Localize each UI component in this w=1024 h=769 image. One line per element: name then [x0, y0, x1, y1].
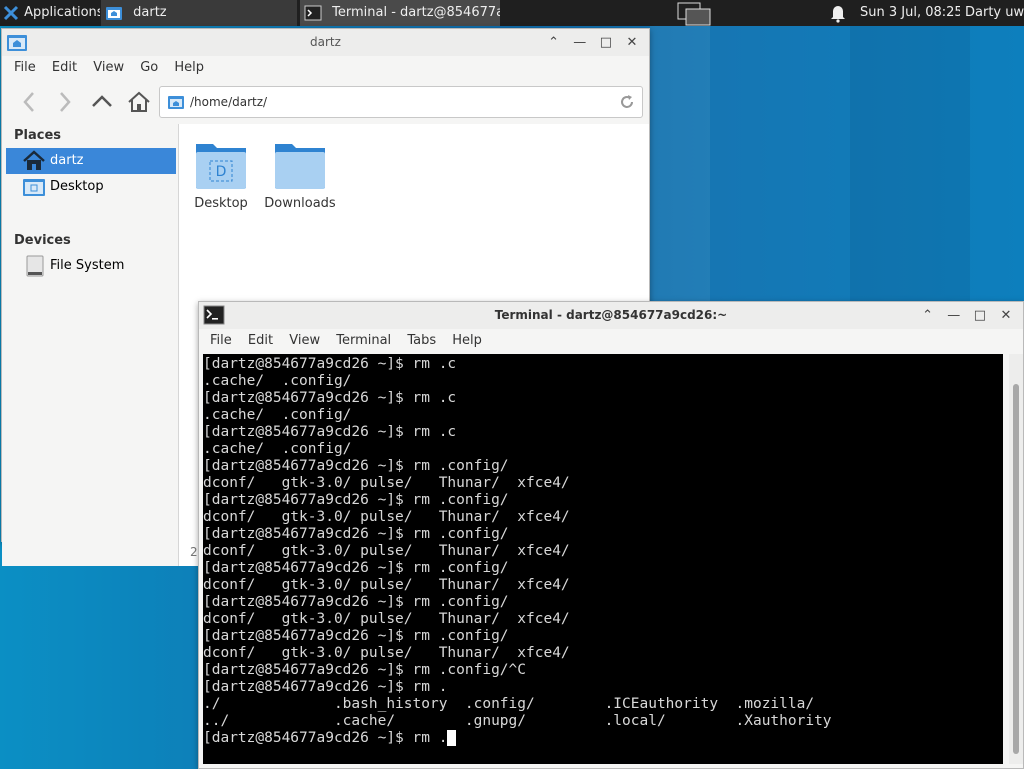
devices-header: Devices — [14, 233, 71, 248]
menu-file[interactable]: File — [204, 329, 238, 353]
taskbar-item-label: Terminal - dartz@854677a9... — [332, 5, 500, 20]
terminal-line: dconf/ gtk-3.0/ pulse/ Thunar/ xfce4/ — [203, 611, 570, 627]
applications-label: Applications — [24, 5, 100, 20]
terminal-titlebar[interactable]: Terminal - dartz@854677a9cd26:~ ⌃ — □ ✕ — [199, 302, 1023, 329]
workspace-switcher-icon — [677, 2, 711, 26]
terminal-menubar: File Edit View Terminal Tabs Help — [199, 329, 1023, 353]
terminal-line: [dartz@854677a9cd26 ~]$ rm .c — [203, 424, 457, 440]
terminal-output[interactable]: [dartz@854677a9cd26 ~]$ rm .c .cache/ .c… — [203, 354, 1003, 764]
terminal-line: [dartz@854677a9cd26 ~]$ rm . — [203, 679, 448, 695]
terminal-line: dconf/ gtk-3.0/ pulse/ Thunar/ xfce4/ — [203, 577, 570, 593]
applications-menu-button[interactable]: Applications — [0, 0, 100, 26]
bell-icon — [831, 6, 845, 23]
status-bar-text: 2 — [190, 545, 198, 559]
location-path: /home/dartz/ — [190, 95, 268, 109]
terminal-line: .cache/ .config/ — [203, 441, 352, 457]
menu-edit[interactable]: Edit — [242, 329, 279, 353]
terminal-line: [dartz@854677a9cd26 ~]$ rm .config/ — [203, 594, 509, 610]
location-folder-icon — [168, 96, 184, 109]
home-folder-icon — [106, 6, 122, 20]
minimize-button[interactable]: — — [569, 29, 591, 56]
terminal-line: .cache/ .config/ — [203, 407, 352, 423]
window-title: Terminal - dartz@854677a9cd26:~ — [494, 308, 728, 322]
terminal-line: [dartz@854677a9cd26 ~]$ rm .config/^C — [203, 662, 527, 678]
menu-view[interactable]: View — [283, 329, 326, 353]
notification-button[interactable] — [828, 0, 850, 26]
file-manager-menubar: File Edit View Go Help — [2, 56, 649, 80]
terminal-line: [dartz@854677a9cd26 ~]$ rm .config/ — [203, 526, 509, 542]
close-button[interactable]: ✕ — [995, 302, 1017, 329]
scrollbar-thumb[interactable] — [1013, 384, 1019, 754]
terminal-line: [dartz@854677a9cd26 ~]$ rm .config/ — [203, 458, 509, 474]
shade-button[interactable]: ⌃ — [917, 302, 939, 329]
clock[interactable]: Sun 3 Jul, 08:25 — [860, 0, 960, 26]
forward-arrow-icon[interactable] — [50, 88, 78, 116]
desktop-folder-icon: D — [196, 144, 246, 189]
sidebar-item-label: dartz — [50, 153, 84, 168]
xfce-logo-icon — [3, 5, 19, 20]
taskbar-item-terminal[interactable]: Terminal - dartz@854677a9... — [300, 0, 500, 26]
location-bar[interactable]: /home/dartz/ — [159, 86, 643, 118]
terminal-line: .cache/ .config/ — [203, 373, 352, 389]
file-manager-titlebar[interactable]: dartz ⌃ — □ ✕ — [2, 29, 649, 56]
up-arrow-icon[interactable] — [88, 88, 116, 116]
sidebar-item-dartz[interactable]: dartz — [6, 148, 176, 174]
top-panel: Applications dartz Terminal - dartz@8546… — [0, 0, 1024, 26]
svg-text:D: D — [216, 164, 227, 180]
maximize-button[interactable]: □ — [595, 29, 617, 56]
back-arrow-icon[interactable] — [16, 88, 44, 116]
maximize-button[interactable]: □ — [969, 302, 991, 329]
menu-edit[interactable]: Edit — [46, 56, 83, 80]
workspace-switcher[interactable] — [676, 0, 712, 26]
terminal-line: dconf/ gtk-3.0/ pulse/ Thunar/ xfce4/ — [203, 509, 570, 525]
terminal-scrollbar[interactable] — [1009, 354, 1023, 764]
terminal-line: [dartz@854677a9cd26 ~]$ rm .config/ — [203, 560, 509, 576]
desktop-folder-icon — [23, 179, 45, 196]
taskbar-item-label: dartz — [133, 5, 167, 20]
terminal-line: dconf/ gtk-3.0/ pulse/ Thunar/ xfce4/ — [203, 475, 570, 491]
terminal-line: dconf/ gtk-3.0/ pulse/ Thunar/ xfce4/ — [203, 543, 570, 559]
terminal-icon — [304, 5, 322, 20]
drive-icon — [26, 255, 44, 277]
menu-help[interactable]: Help — [446, 329, 488, 353]
sidebar-item-file-system[interactable]: File System — [6, 253, 176, 279]
terminal-cursor — [447, 730, 457, 746]
minimize-button[interactable]: — — [943, 302, 965, 329]
terminal-line: dconf/ gtk-3.0/ pulse/ Thunar/ xfce4/ — [203, 645, 570, 661]
terminal-line: [dartz@854677a9cd26 ~]$ rm .config/ — [203, 628, 509, 644]
folder-icon — [275, 144, 325, 189]
menu-help[interactable]: Help — [168, 56, 210, 80]
sidebar-item-desktop[interactable]: Desktop — [6, 174, 176, 200]
terminal-prompt-line: [dartz@854677a9cd26 ~]$ rm . — [203, 730, 448, 746]
taskbar-item-file-manager[interactable]: dartz — [101, 0, 297, 26]
terminal-line: [dartz@854677a9cd26 ~]$ rm .config/ — [203, 492, 509, 508]
home-icon[interactable] — [125, 88, 153, 116]
terminal-lines: [dartz@854677a9cd26 ~]$ rm .c .cache/ .c… — [203, 354, 1003, 747]
terminal-line: [dartz@854677a9cd26 ~]$ rm .c — [203, 356, 457, 372]
file-manager-sidebar: Places dartz Desktop Devices File System — [2, 124, 179, 566]
file-item-downloads[interactable]: Downloads — [260, 136, 340, 211]
menu-view[interactable]: View — [87, 56, 130, 80]
menu-go[interactable]: Go — [134, 56, 164, 80]
sidebar-item-label: Desktop — [50, 179, 104, 194]
shade-button[interactable]: ⌃ — [543, 29, 565, 56]
terminal-line: [dartz@854677a9cd26 ~]$ rm .c — [203, 390, 457, 406]
reload-icon[interactable] — [618, 93, 636, 111]
menu-tabs[interactable]: Tabs — [401, 329, 442, 353]
file-item-desktop[interactable]: D Desktop — [181, 136, 261, 211]
menu-terminal[interactable]: Terminal — [330, 329, 397, 353]
close-button[interactable]: ✕ — [621, 29, 643, 56]
terminal-line: ../ .cache/ .gnupg/ .local/ .Xauthority — [203, 713, 832, 729]
user-menu[interactable]: Darty uwu — [965, 0, 1024, 26]
file-item-label: Desktop — [194, 196, 248, 211]
places-header: Places — [14, 128, 62, 143]
menu-file[interactable]: File — [8, 56, 42, 80]
terminal-line: ./ .bash_history .config/ .ICEauthority … — [203, 696, 815, 712]
file-item-label: Downloads — [264, 196, 336, 211]
terminal-window: Terminal - dartz@854677a9cd26:~ ⌃ — □ ✕ … — [198, 301, 1024, 769]
home-icon — [23, 150, 45, 170]
sidebar-item-label: File System — [50, 258, 125, 273]
